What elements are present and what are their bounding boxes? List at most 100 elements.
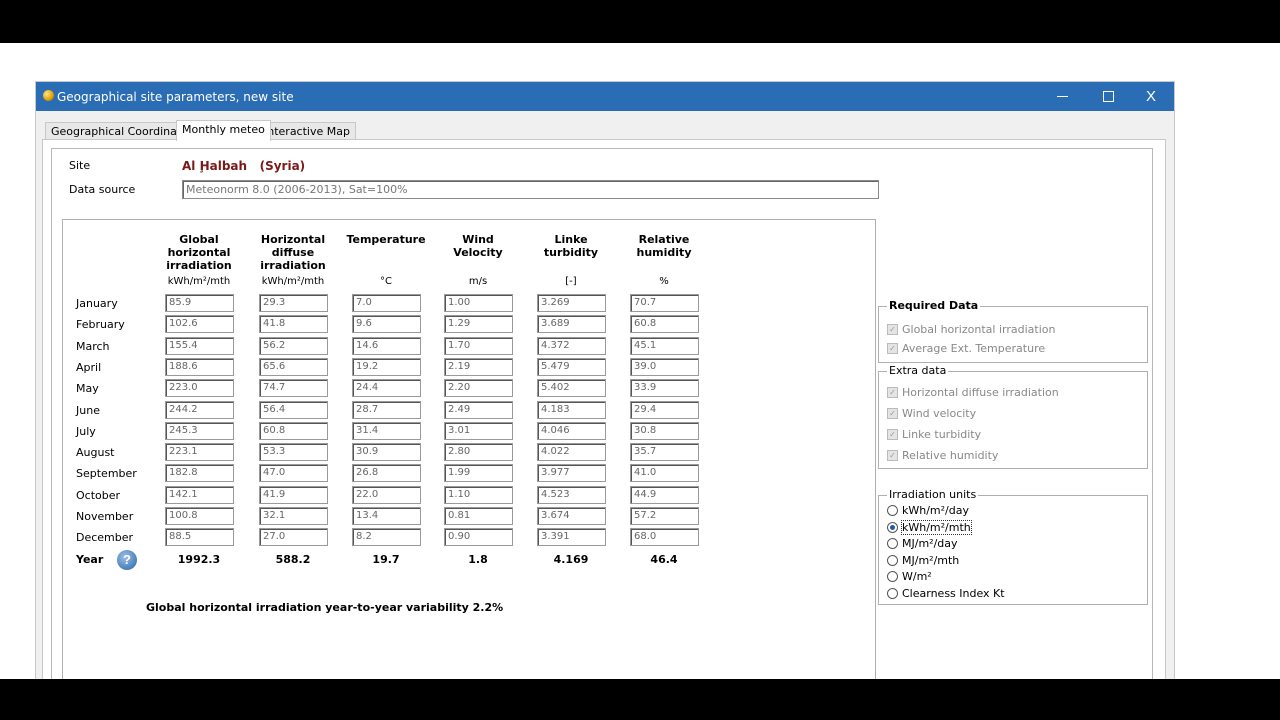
value-cell[interactable]: 3.391 xyxy=(537,528,606,547)
value-cell[interactable]: 0.81 xyxy=(444,507,513,525)
value-cell[interactable]: 41.0 xyxy=(630,464,699,483)
column-header: Global horizontal irradiation xyxy=(166,233,232,272)
value-cell[interactable]: 0.90 xyxy=(444,528,513,547)
value-cell[interactable]: 27.0 xyxy=(259,528,328,547)
value-cell[interactable]: 223.0 xyxy=(165,379,234,398)
value-cell[interactable]: 1.00 xyxy=(444,294,513,312)
value-cell[interactable]: 85.9 xyxy=(165,294,234,312)
checkbox-linke-turbidity[interactable]: ✓ Linke turbidity xyxy=(887,428,981,441)
value-cell[interactable]: 19.2 xyxy=(352,357,421,376)
value-cell[interactable]: 3.01 xyxy=(444,421,513,440)
minimize-button[interactable] xyxy=(1039,82,1085,111)
value-cell[interactable]: 29.3 xyxy=(259,294,328,312)
value-cell[interactable]: 1.10 xyxy=(444,485,513,504)
value-cell[interactable]: 3.689 xyxy=(537,315,606,334)
value-cell[interactable]: 1.29 xyxy=(444,315,513,334)
value-cell[interactable]: 2.19 xyxy=(444,357,513,376)
value-cell[interactable]: 41.9 xyxy=(259,485,328,504)
value-cell[interactable]: 1.99 xyxy=(444,464,513,483)
tab-interactive-map[interactable]: Interactive Map xyxy=(258,122,356,140)
value-cell[interactable]: 44.9 xyxy=(630,485,699,504)
value-cell[interactable]: 41.8 xyxy=(259,315,328,334)
value-cell[interactable]: 70.7 xyxy=(630,294,699,312)
radio-option[interactable]: MJ/m²/day xyxy=(887,537,958,550)
value-cell[interactable]: 56.4 xyxy=(259,400,328,419)
year-total: 46.4 xyxy=(650,553,678,566)
value-cell[interactable]: 7.0 xyxy=(352,294,421,312)
value-cell[interactable]: 4.022 xyxy=(537,443,606,462)
value-cell[interactable]: 142.1 xyxy=(165,485,234,504)
value-cell[interactable]: 28.7 xyxy=(352,400,421,419)
value-cell[interactable]: 188.6 xyxy=(165,357,234,376)
value-cell[interactable]: 65.6 xyxy=(259,357,328,376)
value-cell[interactable]: 244.2 xyxy=(165,400,234,419)
value-cell[interactable]: 60.8 xyxy=(259,421,328,440)
radio-option[interactable]: kWh/m²/mth xyxy=(887,519,972,535)
value-cell[interactable]: 5.402 xyxy=(537,379,606,398)
value-cell[interactable]: 30.9 xyxy=(352,443,421,462)
value-cell[interactable]: 35.7 xyxy=(630,443,699,462)
radio-option[interactable]: kWh/m²/day xyxy=(887,504,969,517)
checkbox-average-ext-temperature[interactable]: ✓ Average Ext. Temperature xyxy=(887,342,1045,355)
value-cell[interactable]: 33.9 xyxy=(630,379,699,398)
close-button[interactable]: X xyxy=(1128,82,1174,111)
value-cell[interactable]: 30.8 xyxy=(630,421,699,440)
value-cell[interactable]: 56.2 xyxy=(259,336,328,355)
data-source-field[interactable]: Meteonorm 8.0 (2006-2013), Sat=100% xyxy=(182,180,879,199)
value-cell[interactable]: 14.6 xyxy=(352,336,421,355)
extra-data-group: Extra data ✓ Horizontal diffuse irradiati… xyxy=(878,364,1148,469)
value-cell[interactable]: 68.0 xyxy=(630,528,699,547)
value-cell[interactable]: 31.4 xyxy=(352,421,421,440)
value-cell[interactable]: 4.046 xyxy=(537,421,606,440)
value-cell[interactable]: 57.2 xyxy=(630,507,699,525)
month-label: July xyxy=(76,424,96,438)
help-icon[interactable]: ? xyxy=(117,550,137,570)
value-cell[interactable]: 47.0 xyxy=(259,464,328,483)
value-cell[interactable]: 5.479 xyxy=(537,357,606,376)
value-cell[interactable]: 155.4 xyxy=(165,336,234,355)
value-cell[interactable]: 53.3 xyxy=(259,443,328,462)
checkbox-wind-velocity[interactable]: ✓ Wind velocity xyxy=(887,407,976,420)
value-cell[interactable]: 26.8 xyxy=(352,464,421,483)
value-cell[interactable]: 8.2 xyxy=(352,528,421,547)
column-header: Horizontal diffuse irradiation xyxy=(260,233,326,272)
maximize-button[interactable] xyxy=(1085,82,1131,111)
value-cell[interactable]: 13.4 xyxy=(352,507,421,525)
value-cell[interactable]: 1.70 xyxy=(444,336,513,355)
window-title: Geographical site parameters, new site xyxy=(57,90,294,104)
value-cell[interactable]: 3.674 xyxy=(537,507,606,525)
value-cell[interactable]: 88.5 xyxy=(165,528,234,547)
value-cell[interactable]: 3.977 xyxy=(537,464,606,483)
value-cell[interactable]: 4.523 xyxy=(537,485,606,504)
value-cell[interactable]: 22.0 xyxy=(352,485,421,504)
value-cell[interactable]: 2.20 xyxy=(444,379,513,398)
value-cell[interactable]: 2.49 xyxy=(444,400,513,419)
value-cell[interactable]: 100.8 xyxy=(165,507,234,525)
radio-option[interactable]: Clearness Index Kt xyxy=(887,587,1005,600)
value-cell[interactable]: 223.1 xyxy=(165,443,234,462)
value-cell[interactable]: 182.8 xyxy=(165,464,234,483)
checkbox-relative-humidity[interactable]: ✓ Relative humidity xyxy=(887,449,998,462)
title-bar[interactable]: Geographical site parameters, new site X xyxy=(36,82,1174,111)
radio-label: MJ/m²/mth xyxy=(902,553,960,567)
value-cell[interactable]: 74.7 xyxy=(259,379,328,398)
value-cell[interactable]: 3.269 xyxy=(537,294,606,312)
value-cell[interactable]: 39.0 xyxy=(630,357,699,376)
value-cell[interactable]: 245.3 xyxy=(165,421,234,440)
value-cell[interactable]: 29.4 xyxy=(630,400,699,419)
value-cell[interactable]: 4.372 xyxy=(537,336,606,355)
value-cell[interactable]: 102.6 xyxy=(165,315,234,334)
value-cell[interactable]: 2.80 xyxy=(444,443,513,462)
radio-option[interactable]: MJ/m²/mth xyxy=(887,554,959,567)
value-cell[interactable]: 32.1 xyxy=(259,507,328,525)
value-cell[interactable]: 60.8 xyxy=(630,315,699,334)
value-cell[interactable]: 45.1 xyxy=(630,336,699,355)
value-cell[interactable]: 24.4 xyxy=(352,379,421,398)
radio-option[interactable]: W/m² xyxy=(887,570,932,583)
value-cell[interactable]: 9.6 xyxy=(352,315,421,334)
site-parameters-dialog: Geographical site parameters, new site X… xyxy=(35,81,1175,679)
tab-monthly-meteo[interactable]: Monthly meteo xyxy=(176,120,271,141)
checkbox-horizontal-diffuse[interactable]: ✓ Horizontal diffuse irradiation xyxy=(887,386,1059,399)
value-cell[interactable]: 4.183 xyxy=(537,400,606,419)
checkbox-global-horizontal-irradiation[interactable]: ✓ Global horizontal irradiation xyxy=(887,323,1055,336)
